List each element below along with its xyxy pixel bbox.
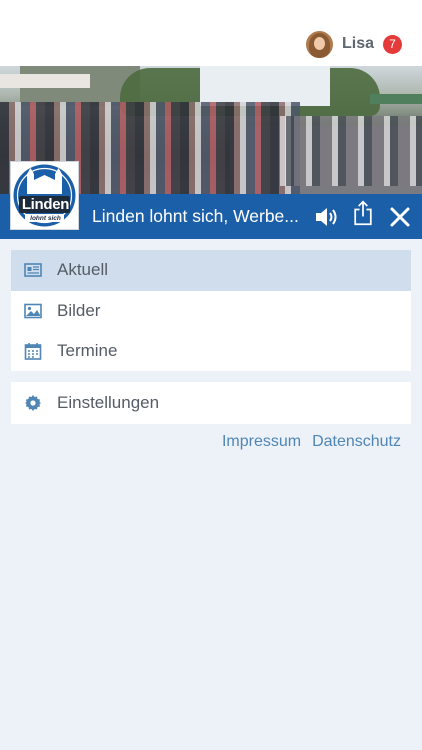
menu-item-label: Aktuell (57, 260, 109, 280)
settings-menu: Einstellungen (11, 382, 411, 424)
menu-item-bilder[interactable]: Bilder (11, 291, 411, 332)
page-title: Linden lohnt sich, Werbe... (92, 206, 299, 226)
impressum-link[interactable]: Impressum (222, 433, 301, 451)
calendar-icon (24, 343, 42, 360)
notification-badge[interactable]: 7 (383, 34, 402, 54)
menu-item-label: Termine (57, 341, 118, 361)
username[interactable]: Lisa (342, 35, 374, 53)
menu-item-label: Einstellungen (57, 393, 160, 412)
newspaper-icon (24, 263, 42, 277)
avatar[interactable] (305, 30, 333, 58)
menu-item-einstellungen[interactable]: Einstellungen (11, 382, 411, 424)
speaker-icon[interactable] (313, 204, 339, 230)
footer-links: Impressum Datenschutz (222, 433, 401, 451)
logo-text: Linden (21, 196, 70, 213)
menu-item-label: Bilder (57, 300, 101, 320)
main-menu: Aktuell Bilder Termine (11, 250, 411, 371)
image-icon (24, 303, 42, 318)
menu-item-aktuell[interactable]: Aktuell (11, 250, 411, 291)
brand-logo: Linden lohnt sich (10, 161, 79, 230)
top-bar: Lisa 7 (0, 0, 422, 66)
datenschutz-link[interactable]: Datenschutz (312, 433, 401, 451)
user-profile[interactable]: Lisa 7 (305, 29, 402, 59)
gear-icon (25, 395, 41, 411)
menu-item-termine[interactable]: Termine (11, 331, 411, 372)
logo-subtext: lohnt sich (30, 215, 61, 222)
share-icon[interactable] (350, 200, 376, 226)
close-icon[interactable] (387, 204, 413, 230)
